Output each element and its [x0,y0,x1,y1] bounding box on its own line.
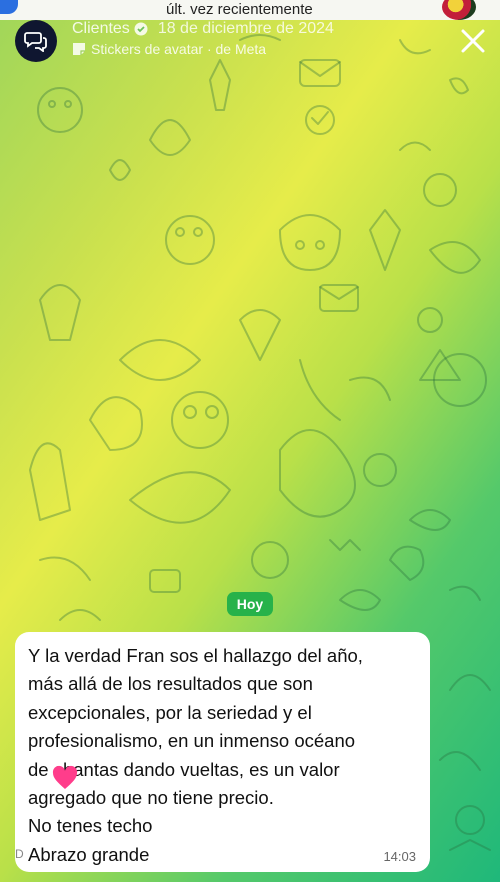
message-line: más allá de los resultados que son [28,673,313,695]
sticker-credit[interactable]: Stickers de avatar · de Meta [72,41,266,57]
status-strip: últ. vez recientemente [0,0,500,20]
story-header: Clientes 18 de diciembre de 2024 [72,20,334,38]
close-icon [461,29,485,53]
message-line: Y la verdad Fran sos el hallazgo del año… [28,645,363,666]
message-line: profesionalismo, en un inmenso océano [28,730,356,752]
message-bubble[interactable]: Y la verdad Fran sos el hallazgo del año… [15,632,430,872]
channel-title[interactable]: Clientes [72,20,130,38]
message-line: Abrazo grande [28,843,150,865]
verified-badge-icon [134,22,148,36]
message-line: de chantas dando vueltas, es un valor [28,758,340,780]
sticker-icon [73,43,85,55]
back-button[interactable] [0,0,18,14]
message-line: agregado que no tiene precio. [28,787,274,809]
date-separator-pill: Hoy [227,592,273,616]
overlay-mark: D [15,847,24,861]
heart-icon [52,765,78,789]
story-date: 18 de diciembre de 2024 [157,20,334,37]
message-line: excepcionales, por la seriedad y el [28,701,312,723]
message-time: 14:03 [383,849,416,864]
sticker-credit-text: Stickers de avatar · de Meta [91,41,267,57]
message-line: No tenes techo [28,815,153,837]
close-button[interactable] [456,24,490,58]
contact-avatar[interactable] [442,0,476,20]
last-seen-text: últ. vez recientemente [166,1,313,18]
chat-bubbles-icon[interactable] [15,20,57,62]
